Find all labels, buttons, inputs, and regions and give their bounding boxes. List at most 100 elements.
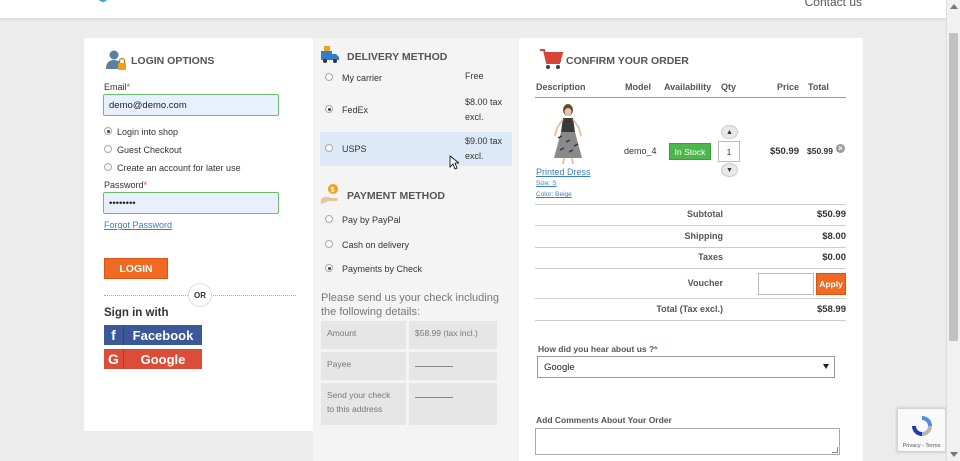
voucher-input[interactable] — [758, 273, 814, 295]
google-icon: G — [104, 349, 124, 369]
amount-value: $58.99 (tax incl.) — [409, 321, 497, 349]
password-label: Password* — [104, 180, 148, 190]
product-image[interactable] — [536, 102, 598, 165]
qty-decrease-button[interactable]: ▼ — [721, 163, 738, 177]
comments-textarea[interactable] — [535, 428, 840, 455]
login-options-panel: LOGIN OPTIONS Email* demo@demo.com Login… — [84, 38, 313, 431]
col-price: Price — [777, 82, 800, 92]
page-scrollbar[interactable] — [946, 0, 960, 461]
mouse-cursor-icon — [449, 155, 459, 170]
radio-my-carrier[interactable] — [325, 73, 333, 81]
item-divider — [535, 204, 846, 205]
facebook-label: Facebook — [132, 327, 194, 343]
qty-increase-button[interactable]: ▲ — [721, 125, 738, 139]
dropdown-arrow-icon — [823, 364, 829, 369]
fedex-label: FedEx — [342, 105, 369, 115]
facebook-login-button[interactable]: f Facebook — [104, 325, 202, 345]
recaptcha-icon — [912, 416, 932, 436]
payee-value — [409, 352, 497, 380]
remove-item-icon[interactable]: × — [836, 144, 845, 153]
radio-login-into-shop[interactable] — [104, 127, 112, 135]
password-field[interactable]: •••••••• — [103, 192, 279, 214]
product-color-link[interactable]: Color: Beige — [536, 191, 572, 198]
product-total: $50.99 — [807, 146, 833, 156]
col-qty: Qty — [721, 82, 737, 92]
address-value — [409, 383, 497, 425]
paypal-label: Pay by PayPal — [342, 215, 401, 225]
send-check-label: Send your check to this address — [321, 383, 406, 425]
google-login-button[interactable]: G Google — [104, 349, 202, 369]
delivery-truck-icon — [321, 46, 339, 63]
guest-checkout-label: Guest Checkout — [117, 145, 182, 155]
table-row: Send your check to this address — [321, 383, 497, 425]
usps-price: $9.00 tax excl. — [465, 136, 503, 161]
apply-voucher-button[interactable]: Apply — [816, 273, 846, 295]
delivery-option-fedex[interactable]: FedEx $8.00 tax excl. — [313, 93, 519, 129]
product-price: $50.99 — [769, 146, 799, 157]
radio-usps[interactable] — [325, 144, 333, 152]
user-lock-icon — [106, 50, 126, 70]
table-row: Amount $58.99 (tax incl.) — [321, 321, 497, 349]
scroll-up-icon[interactable] — [950, 4, 958, 9]
login-into-shop-label: Login into shop — [117, 127, 179, 137]
email-field[interactable]: demo@demo.com — [103, 94, 279, 116]
recaptcha-badge[interactable]: Privacy - Terms — [897, 408, 946, 452]
hear-about-select[interactable]: Google — [537, 356, 835, 378]
my-carrier-label: My carrier — [342, 73, 382, 83]
taxes-value: $0.00 — [822, 252, 846, 263]
resize-grip-icon[interactable] — [832, 447, 838, 453]
confirm-order-title: CONFIRM YOUR ORDER — [566, 55, 689, 67]
total-value: $58.99 — [816, 304, 846, 315]
delivery-method-title: DELIVERY METHOD — [347, 51, 448, 63]
radio-create-account[interactable] — [104, 163, 112, 171]
product-model: demo_4 — [624, 146, 657, 156]
radio-fedex[interactable] — [325, 105, 333, 113]
amount-label: Amount — [321, 321, 406, 349]
scroll-down-icon[interactable] — [950, 452, 958, 457]
product-size-link[interactable]: Size: S — [536, 180, 557, 187]
delivery-option-usps[interactable]: USPS $9.00 tax excl. — [320, 132, 512, 166]
forgot-password-link[interactable]: Forgot Password — [104, 220, 172, 230]
comments-label: Add Comments About Your Order — [536, 415, 672, 425]
col-availability: Availability — [664, 82, 712, 92]
top-header: Contact us — [0, 0, 946, 19]
payee-label: Payee — [321, 352, 406, 380]
shipping-label: Shipping — [684, 231, 724, 241]
col-total: Total — [808, 82, 829, 92]
product-name-link[interactable]: Printed Dress — [536, 167, 591, 177]
shipping-value: $8.00 — [822, 231, 846, 242]
hear-about-label: How did you hear about us ?* — [538, 344, 658, 354]
row-divider — [535, 268, 846, 269]
radio-check[interactable] — [325, 264, 333, 272]
site-logo-fragment[interactable] — [98, 0, 108, 2]
row-divider — [535, 298, 846, 299]
create-account-label: Create an account for later use — [117, 163, 241, 173]
chevron-up-icon: ▲ — [726, 128, 733, 136]
row-divider — [535, 247, 846, 248]
chevron-down-icon: ▼ — [726, 166, 733, 174]
delivery-payment-panel: DELIVERY METHOD My carrier Free FedEx $8… — [313, 38, 519, 461]
row-divider — [535, 320, 846, 321]
svg-text:$: $ — [331, 187, 335, 194]
contact-us-link[interactable]: Contact us — [805, 0, 862, 9]
confirm-order-panel: CONFIRM YOUR ORDER Description Model Ava… — [519, 38, 863, 461]
scrollbar-thumb[interactable] — [949, 33, 958, 341]
or-badge: OR — [188, 283, 212, 307]
radio-guest-checkout[interactable] — [104, 145, 112, 153]
login-options-title: LOGIN OPTIONS — [131, 55, 215, 67]
cash-on-delivery-label: Cash on delivery — [342, 240, 410, 250]
sign-in-with-label: Sign in with — [104, 307, 169, 319]
quantity-input[interactable]: 1 — [718, 141, 740, 162]
login-button[interactable]: LOGIN — [104, 258, 168, 279]
delivery-option-my-carrier[interactable]: My carrier Free — [313, 68, 519, 88]
taxes-label: Taxes — [698, 252, 723, 262]
radio-cash-on-delivery[interactable] — [325, 240, 333, 248]
google-label: Google — [140, 351, 186, 367]
fedex-price: $8.00 tax excl. — [465, 97, 503, 122]
dress-image — [554, 104, 582, 165]
radio-paypal[interactable] — [325, 215, 333, 223]
subtotal-label: Subtotal — [687, 209, 723, 219]
voucher-label: Voucher — [687, 278, 723, 288]
check-label: Payments by Check — [342, 264, 423, 274]
recaptcha-terms[interactable]: Privacy - Terms — [898, 443, 945, 449]
